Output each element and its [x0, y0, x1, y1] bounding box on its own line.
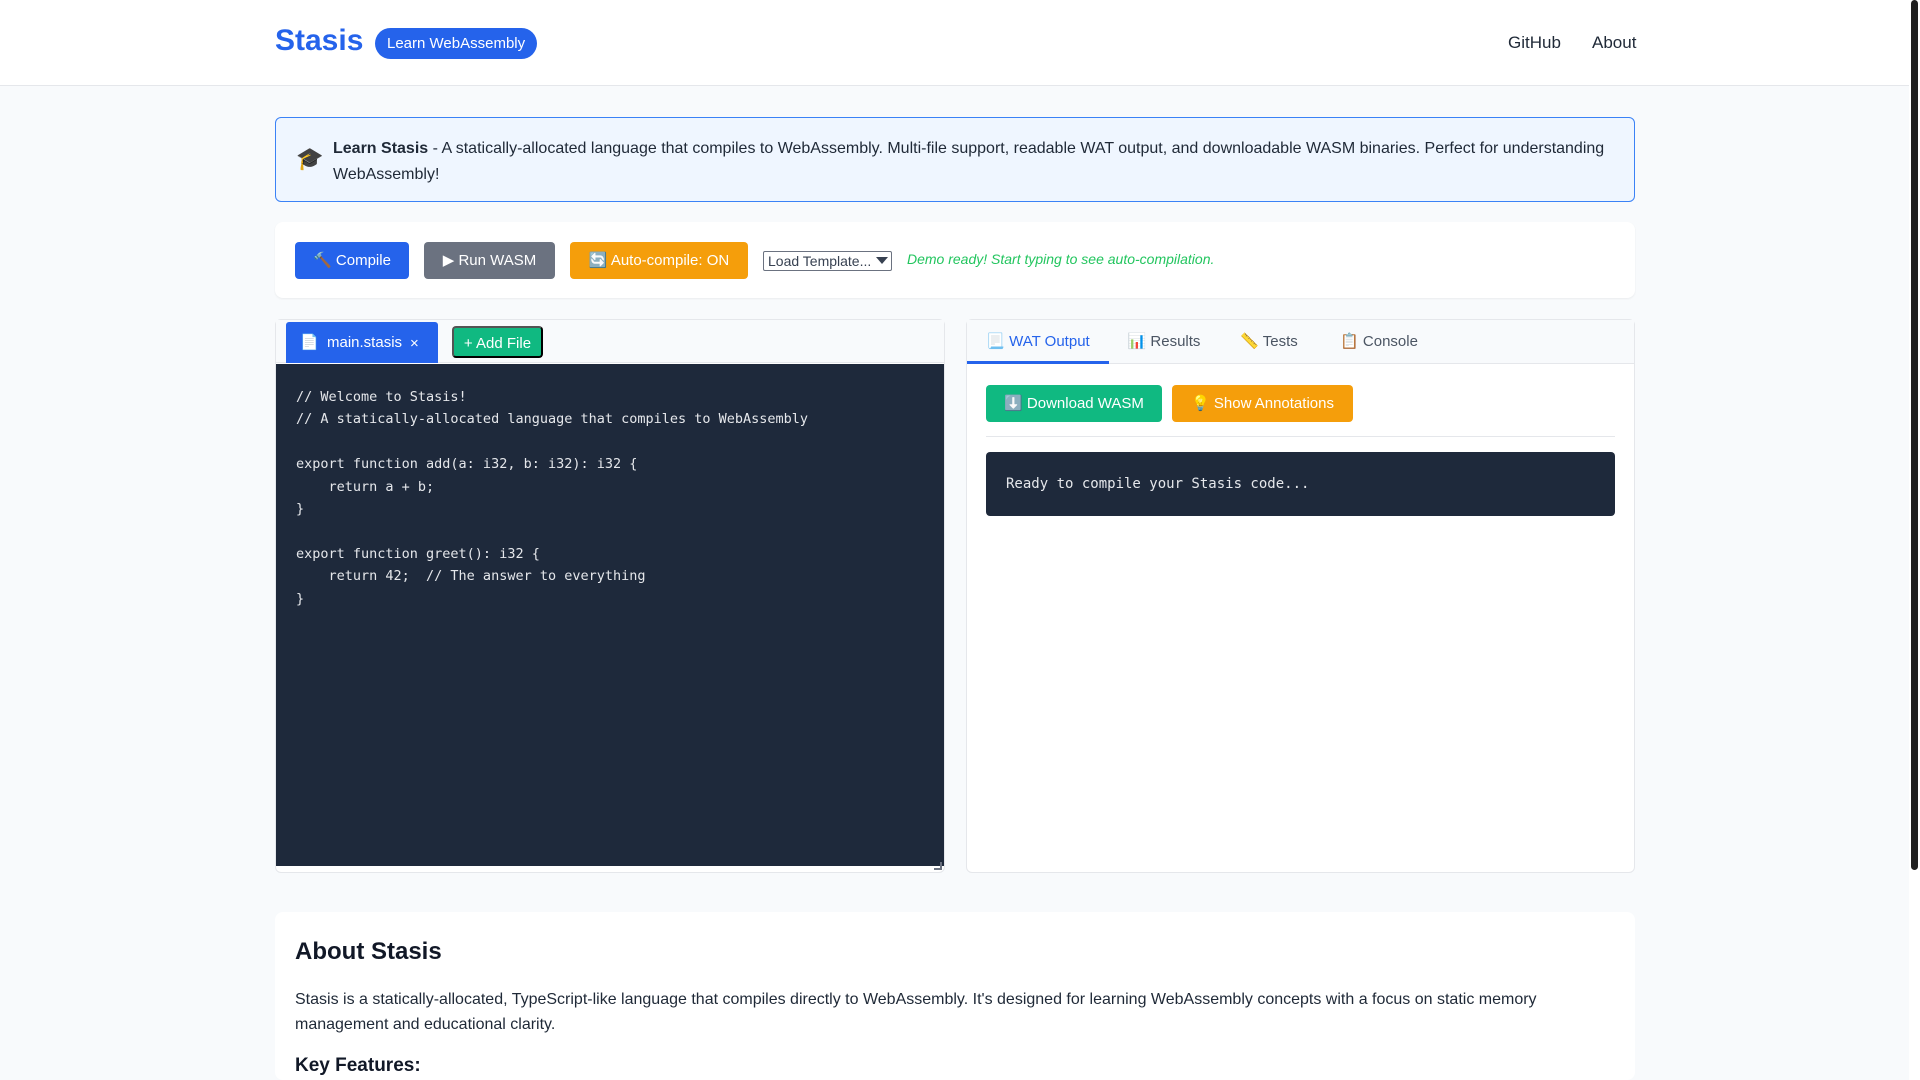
app-header: Stasis Learn WebAssembly GitHub About — [0, 0, 1909, 86]
wat-output-display: Ready to compile your Stasis code... — [986, 452, 1615, 516]
about-title: About Stasis — [295, 938, 442, 965]
graduation-cap-icon: 🎓 — [296, 146, 324, 171]
learn-badge: Learn WebAssembly — [375, 28, 538, 59]
nav-about-link[interactable]: About — [1592, 33, 1636, 53]
file-tab-label: main.stasis — [327, 334, 403, 351]
info-banner-title: Learn Stasis — [333, 140, 429, 157]
code-editor[interactable]: // Welcome to Stasis! // A statically-al… — [276, 364, 944, 866]
output-actions: ⬇️ Download WASM 💡 Show Annotations — [986, 385, 1615, 437]
template-select-value: Load Template... — [768, 253, 872, 269]
chevron-down-icon — [876, 257, 888, 264]
tab-results[interactable]: 📊 Results — [1109, 320, 1219, 364]
show-annotations-button[interactable]: 💡 Show Annotations — [1172, 385, 1353, 422]
file-tabs: 📄 main.stasis × + Add File — [276, 320, 944, 363]
auto-compile-toggle[interactable]: 🔄 Auto-compile: ON — [570, 242, 748, 279]
close-icon[interactable]: × — [410, 323, 419, 364]
about-section: About Stasis Stasis is a statically-allo… — [275, 912, 1635, 1080]
brand-logo[interactable]: Stasis — [275, 24, 363, 58]
about-description: Stasis is a statically-allocated, TypeSc… — [295, 991, 1537, 1033]
tab-tests[interactable]: 📏 Tests — [1219, 320, 1319, 364]
output-tabs: 📃 WAT Output 📊 Results 📏 Tests 📋 Console — [967, 320, 1634, 364]
file-tab-main[interactable]: 📄 main.stasis × — [286, 322, 438, 363]
add-file-button[interactable]: + Add File — [452, 326, 543, 358]
template-select[interactable]: Load Template... — [763, 251, 892, 271]
key-features-heading: Key Features: — [295, 1055, 421, 1076]
download-wasm-button[interactable]: ⬇️ Download WASM — [986, 385, 1162, 422]
nav-github-link[interactable]: GitHub — [1508, 33, 1561, 53]
tab-wat-output[interactable]: 📃 WAT Output — [967, 320, 1109, 364]
run-wasm-button[interactable]: ▶ Run WASM — [424, 242, 555, 279]
tab-console[interactable]: 📋 Console — [1319, 320, 1439, 364]
info-banner-text: Learn Stasis - A statically-allocated la… — [333, 136, 1610, 188]
page-scrollbar-thumb[interactable] — [1911, 0, 1918, 870]
info-banner-description: - A statically-allocated language that c… — [333, 140, 1605, 183]
file-icon: 📄 — [300, 334, 319, 351]
toolbar: 🔨 Compile ▶ Run WASM 🔄 Auto-compile: ON … — [275, 222, 1635, 298]
compile-status: Demo ready! Start typing to see auto-com… — [907, 251, 1215, 267]
editor-panel: 📄 main.stasis × + Add File // Welcome to… — [275, 319, 945, 873]
compile-button[interactable]: 🔨 Compile — [295, 242, 409, 279]
info-banner: 🎓 Learn Stasis - A statically-allocated … — [275, 117, 1635, 202]
resize-handle-icon[interactable] — [934, 862, 942, 870]
output-panel: 📃 WAT Output 📊 Results 📏 Tests 📋 Console… — [966, 319, 1635, 873]
